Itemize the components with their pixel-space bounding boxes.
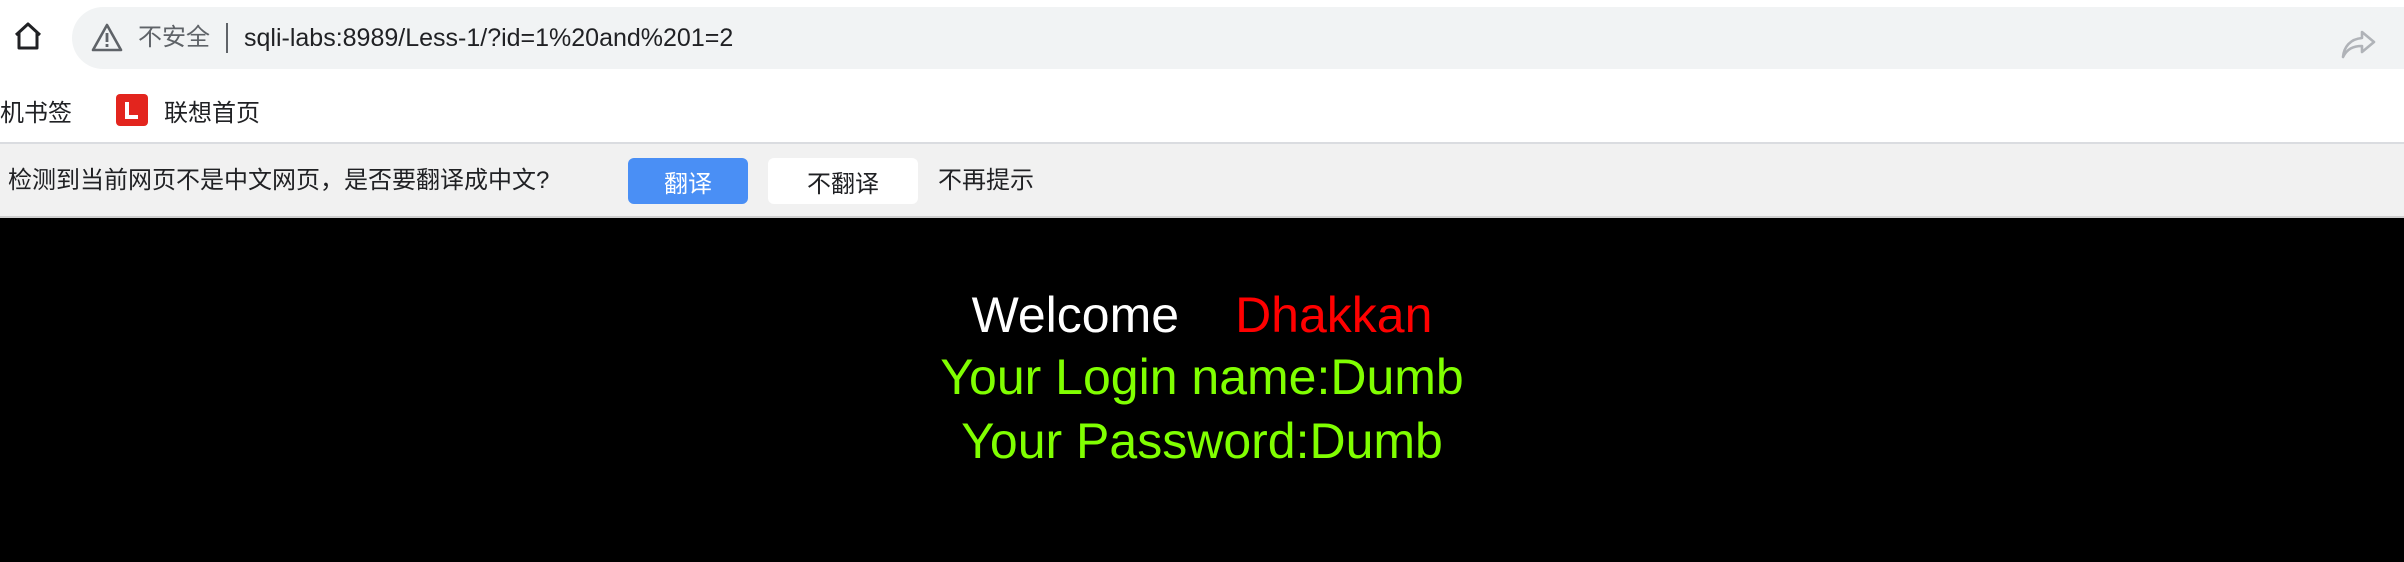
translate-infobar: 检测到当前网页不是中文网页，是否要翻译成中文? 翻译 不翻译 不再提示	[0, 142, 2404, 218]
no-translate-button[interactable]: 不翻译	[768, 158, 918, 204]
bookmark-mobile[interactable]: 手机书签	[0, 88, 72, 132]
share-icon[interactable]	[2340, 27, 2378, 61]
home-button[interactable]	[10, 18, 46, 54]
translate-button[interactable]: 翻译	[628, 158, 748, 204]
bookmarks-bar: 手机书签 联想首页	[0, 78, 2404, 142]
home-icon	[14, 22, 42, 50]
page-content: Welcome Dhakkan Your Login name:Dumb Your…	[0, 218, 2404, 562]
welcome-text: Welcome	[971, 287, 1180, 343]
url-divider	[226, 23, 228, 53]
url-input[interactable]: sqli-labs:8989/Less-1/?id=1%20and%201=2	[244, 21, 733, 55]
bookmark-label: 联想首页	[164, 99, 260, 127]
bookmark-label: 手机书签	[0, 99, 72, 127]
dont-remind-link[interactable]: 不再提示	[938, 164, 1034, 198]
password-line: Your Password:Dumb	[961, 413, 1443, 469]
address-bar[interactable]: 不安全 sqli-labs:8989/Less-1/?id=1%20and%20…	[72, 7, 2404, 69]
security-label[interactable]: 不安全	[138, 21, 210, 55]
bookmark-lenovo-home[interactable]: 联想首页	[116, 88, 260, 132]
warning-icon[interactable]	[90, 21, 124, 55]
welcome-line: Welcome Dhakkan	[0, 284, 2404, 346]
lenovo-logo-icon	[116, 94, 148, 126]
user-name: Dhakkan	[1235, 287, 1433, 343]
login-name-line: Your Login name:Dumb	[940, 349, 1464, 405]
browser-toolbar: 不安全 sqli-labs:8989/Less-1/?id=1%20and%20…	[0, 0, 2404, 78]
translate-prompt: 检测到当前网页不是中文网页，是否要翻译成中文?	[8, 167, 550, 194]
